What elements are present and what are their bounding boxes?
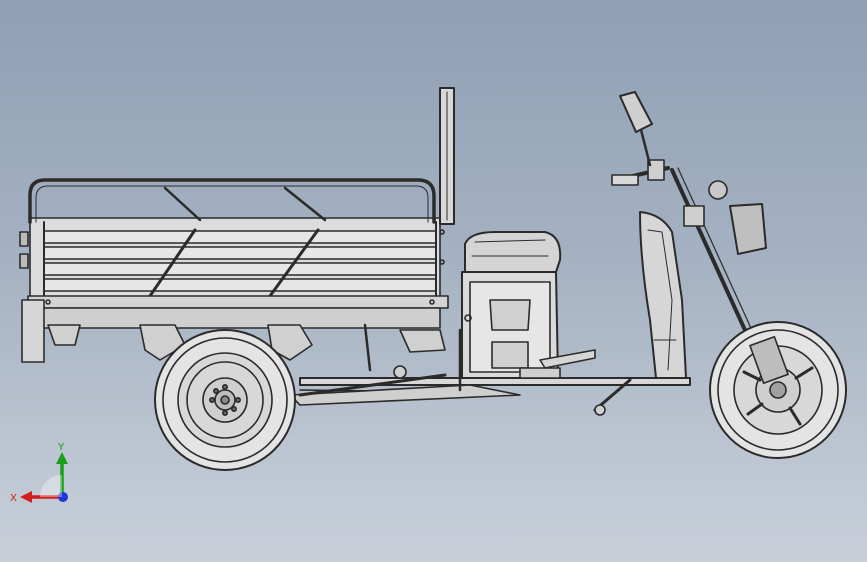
tricycle-model[interactable] — [0, 0, 867, 562]
x-axis-label: X — [10, 493, 17, 504]
rear-wheel — [154, 329, 296, 471]
seat-compartment — [461, 231, 562, 379]
headboard — [439, 87, 455, 225]
axis-triad: Y X — [10, 442, 68, 504]
x-axis-arrow — [20, 491, 32, 503]
front-fairing — [639, 211, 687, 379]
y-axis-arrow — [56, 452, 68, 464]
front-wheel — [709, 321, 847, 459]
cad-viewport[interactable]: Y X — [0, 0, 867, 562]
y-axis-label: Y — [57, 442, 65, 453]
